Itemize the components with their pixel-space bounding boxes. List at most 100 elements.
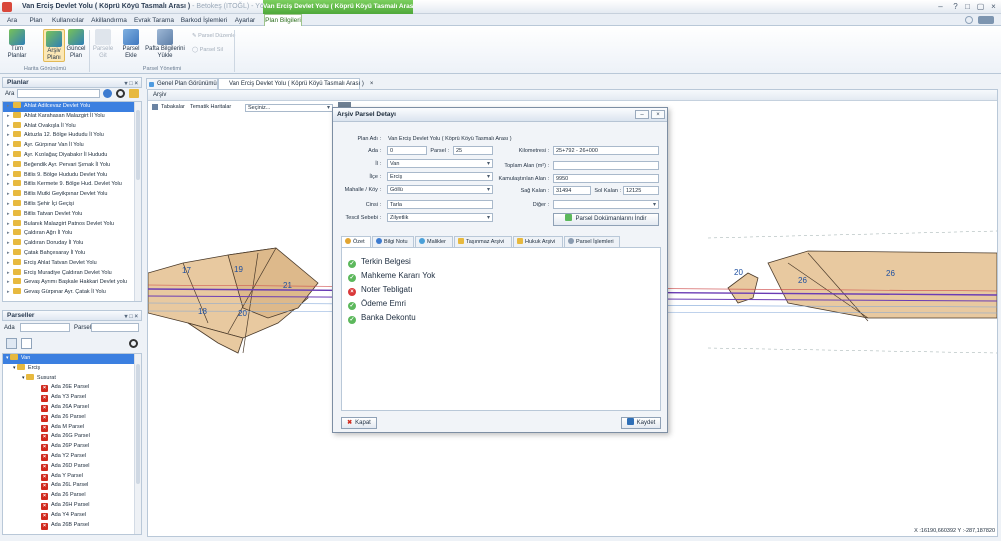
tab-genel-plan[interactable]: Genel Plan Görünümü [146,78,218,89]
parsel-dokumanlarini-indir-button[interactable]: Parsel Dokümanlarını İndir [553,213,659,226]
plan-list-item[interactable]: ▸ Bulanık Malazgirt Patnos Devlet Yolu [3,219,141,230]
dialog-minimize-button[interactable]: – [635,110,649,119]
parcel-tree-item[interactable]: × Ada 26E Parsel [3,383,141,393]
panel-pin-close-icons[interactable]: ▾ □ × [125,312,138,322]
parsele-git-button[interactable]: Parsele Git [92,29,114,60]
plan-list-item[interactable]: ▸ Gevaş Gürpınar Ayr. Çatak İl Yolu [3,288,141,298]
tum-planlar-button[interactable]: Tüm Planlar [2,29,32,60]
parcel-tree-item[interactable]: × Ada 26P Parsel [3,442,141,452]
parcel-tree-scrollbar[interactable] [134,354,141,534]
kilometre-field[interactable]: 25+792 - 26+000 [553,146,659,155]
toplam-alan-field[interactable] [553,161,659,170]
parcel-tree-item[interactable]: × Ada 26G Parsel [3,432,141,442]
cinsi-field[interactable]: Tarla [387,200,493,209]
close-tab-icon[interactable]: × [370,81,374,87]
search-icon[interactable] [103,89,112,98]
help-button[interactable]: ? [950,2,961,12]
plan-list-scrollbar[interactable] [134,102,141,301]
tab-plan[interactable]: Plan [28,15,44,26]
parsel-ekle-button[interactable]: Parsel Ekle [120,29,142,60]
tab-tasinmaz-arsivi[interactable]: Taşınmaz Arşivi [454,236,512,247]
parcel-tree-item[interactable]: × Ada 26D Parsel [3,462,141,472]
parcel-tree-item[interactable]: × Ada Y Parsel [3,472,141,482]
tab-parsel-islemleri[interactable]: Parsel İşlemleri [564,236,620,247]
tab-ayarlar[interactable]: Ayarlar [232,15,258,26]
guncel-plan-button[interactable]: Güncel Plan [66,29,86,60]
refresh-icon[interactable] [116,89,125,98]
parcel-tree-item[interactable]: × Ada M Parsel [3,423,141,433]
plan-list-item[interactable]: ▸ Erciş Muradiye Çaldıran Devlet Yolu [3,268,141,279]
parcel-tree-item[interactable]: × Ada 26B Parsel [3,521,141,531]
refresh-parcels-icon[interactable] [129,339,138,348]
minimize-button[interactable]: – [935,2,946,12]
kamulastirilan-alan-field[interactable]: 9950 [553,174,659,183]
tab-hukuk-arsivi[interactable]: Hukuk Arşivi [513,236,563,247]
plan-list-item[interactable]: ▸ Bitlis Tatvan Devlet Yolu [3,209,141,220]
sol-kalan-field[interactable]: 12125 [623,186,659,195]
tab-ozet[interactable]: Özet [341,236,371,247]
add-folder-icon[interactable] [129,89,139,98]
tab-akillandirma[interactable]: Akillandırma [91,15,127,26]
plan-list-item[interactable]: ▸ Bitlis Şehir İçi Geçişi [3,199,141,210]
ada-filter-input[interactable] [20,323,70,332]
sag-kalan-field[interactable]: 31494 [553,186,591,195]
tab-evrak-tarama[interactable]: Evrak Tarama [134,15,174,26]
ribbon-toggle-icon[interactable] [978,16,994,24]
list-view-icon[interactable] [21,338,32,349]
tab-ara[interactable]: Ara [4,15,20,26]
tree-node-mahalle[interactable]: ▾ Susurat [3,373,141,384]
tab-bilgi-notu[interactable]: Bilgi Notu [372,236,414,247]
tree-view-icon[interactable] [6,338,17,349]
plan-list-item[interactable]: ▸ Ayr. Gürpınar Van İl Yolu [3,141,141,151]
kaydet-button[interactable]: Kaydet [621,417,661,429]
tematik-haritalar-button[interactable]: Tematik Haritalar [190,102,231,113]
parcel-tree-item[interactable]: × Ada Y4 Parsel [3,511,141,521]
close-button[interactable]: × [988,2,999,12]
restore-button[interactable]: □ [962,2,973,12]
plan-list-item[interactable]: ▸ Aktuzla 12. Bölge Hududu İl Yolu [3,131,141,141]
tab-van-ercis-plan[interactable]: Van Erciş Devlet Yolu ( Köprü Köyü Tasma… [218,78,373,89]
il-select[interactable]: Van [387,159,493,168]
plan-search-input[interactable] [17,89,100,98]
arsiv-plani-button[interactable]: Arşiv Planı [43,29,65,62]
plan-list-item[interactable]: ▸ Bitlis Kermete 9. Bölge Hud. Devlet Yol… [3,180,141,190]
scroll-thumb[interactable] [136,364,140,484]
parcel-tree-item[interactable]: × Ada 26 Parsel [3,491,141,501]
tab-malikler[interactable]: Malikler [415,236,453,247]
parsel-filter-input[interactable] [91,323,139,332]
mahalle-select[interactable]: Göllü [387,185,493,194]
help-circle-icon[interactable] [965,16,973,24]
ilce-select[interactable]: Erciş [387,172,493,181]
parsel-duzenle-button[interactable]: ✎ Parsel Düzenle [192,33,235,39]
diger-select[interactable] [553,200,659,209]
tabakalar-button[interactable]: Tabakalar [161,102,185,113]
parcel-tree-item[interactable]: × Ada 26L Parsel [3,481,141,491]
plan-list-item[interactable]: ▸ Beğendik Ayr. Pervari Şırnak İl Yolu [3,160,141,171]
parcel-tree-item[interactable]: × Ada Y3 Parsel [3,393,141,403]
ada-field[interactable]: 0 [387,146,427,155]
pafta-bilgilerini-yukle-button[interactable]: Pafta Bilgilerini Yükle [145,29,185,60]
tree-node-ilce[interactable]: ▾ Erciş [3,363,141,374]
plan-list-item[interactable]: ▸ Ayr. Kızılağaç Diyabakır İl Hududu [3,150,141,161]
parcel-tree-item[interactable]: × Ada 26H Parsel [3,501,141,511]
plan-list-item[interactable]: ▸ Erciş Ahlat Tatvan Devlet Yolu [3,258,141,269]
tab-barkod-islemleri[interactable]: Barkod İşlemleri [180,15,228,26]
plan-list-item[interactable]: ▸ Çatak Bahçesaray İl Yolu [3,248,141,259]
plan-list-item[interactable]: ▸ Bitlis 9. Bölge Hududu Devlet Yolu [3,170,141,181]
plan-list-item[interactable]: ▸ Ahlat Karahasan Malazgirt İl Yolu [3,111,141,122]
tree-node-il[interactable]: ▾ Van [3,354,141,364]
plan-list-item[interactable]: ▸ Çaldıran Ağrı İl Yolu [3,229,141,239]
parcel-tree-item[interactable]: × Ada 26 Parsel [3,413,141,423]
kapat-button[interactable]: ✖ Kapat [341,417,377,429]
plan-list-item[interactable]: ▸ Ahlat Ovakışla İl Yolu [3,121,141,132]
parsel-sil-button[interactable]: ◯ Parsel Sil [192,47,223,53]
scroll-thumb[interactable] [136,110,140,180]
thematic-select[interactable]: Seçiniz... [245,104,333,112]
parcel-tree-item[interactable]: × Ada 26A Parsel [3,403,141,413]
plan-list-item[interactable]: ▸ Çaldıran Doruday İl Yolu [3,239,141,249]
panel-pin-close-icons[interactable]: ▾ □ × [125,79,138,89]
maximize-button[interactable]: ▢ [975,2,986,12]
dialog-close-button[interactable]: × [651,110,665,119]
tescil-select[interactable]: Zilyetlik [387,213,493,222]
tab-kullanicilar[interactable]: Kullanıcılar [52,15,84,26]
